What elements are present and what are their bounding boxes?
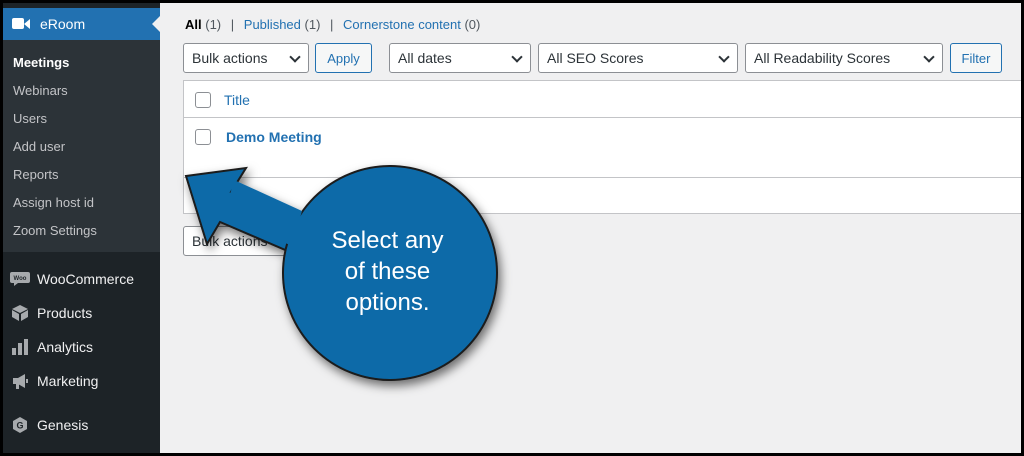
- svg-text:Woo: Woo: [14, 276, 27, 282]
- submenu-reports[interactable]: Reports: [0, 160, 160, 188]
- readability-scores-value: All Readability Scores: [754, 50, 891, 66]
- seo-scores-select[interactable]: All SEO Scores: [538, 43, 738, 73]
- sidebar-item-eroom[interactable]: eRoom: [0, 8, 160, 40]
- bulk-actions-select[interactable]: Bulk actions: [183, 43, 309, 73]
- sidebar-item-woocommerce[interactable]: Woo WooCommerce: [0, 262, 160, 296]
- submenu-add-user[interactable]: Add user: [0, 132, 160, 160]
- readability-scores-select[interactable]: All Readability Scores: [745, 43, 943, 73]
- video-camera-icon: [12, 17, 32, 31]
- sidebar-item-label: Genesis: [37, 417, 89, 433]
- callout-line-2: of these: [344, 258, 431, 285]
- bulk-actions-value: Bulk actions: [192, 50, 268, 66]
- admin-sidebar: eRoom Meetings Webinars Users Add user R…: [0, 0, 160, 456]
- sidebar-item-marketing[interactable]: Marketing: [0, 364, 160, 398]
- submenu-users[interactable]: Users: [0, 104, 160, 132]
- filter-button[interactable]: Filter: [950, 43, 1002, 73]
- filter-all-count: (1): [205, 17, 222, 32]
- submenu-meetings[interactable]: Meetings: [0, 48, 160, 76]
- box-icon: [10, 303, 30, 323]
- dates-value: All dates: [398, 50, 452, 66]
- table-header: Title: [184, 81, 1024, 118]
- row-checkbox[interactable]: [195, 129, 211, 145]
- submenu-webinars[interactable]: Webinars: [0, 76, 160, 104]
- table-row: Demo Meeting: [184, 118, 1024, 178]
- main-menu: Woo WooCommerce Products Analytics Marke…: [0, 262, 160, 442]
- submenu-zoom-settings[interactable]: Zoom Settings: [0, 216, 160, 244]
- sidebar-item-label: WooCommerce: [37, 271, 134, 287]
- filter-cornerstone-link[interactable]: Cornerstone content: [343, 17, 461, 32]
- sidebar-item-label: eRoom: [40, 16, 86, 32]
- dates-select[interactable]: All dates: [389, 43, 531, 73]
- sidebar-item-label: Analytics: [37, 339, 94, 355]
- bulk-actions-value: Bulk actions: [192, 233, 268, 249]
- sidebar-item-analytics[interactable]: Analytics: [0, 330, 160, 364]
- filter-cornerstone-count: (0): [464, 17, 481, 32]
- callout-line-1: Select any: [331, 227, 444, 254]
- megaphone-icon: [10, 371, 30, 391]
- main-content: All (1) | Published (1) | Cornerstone co…: [160, 0, 1024, 456]
- chevron-down-icon: [289, 51, 301, 63]
- genesis-icon: G: [10, 415, 30, 435]
- status-filter-links: All (1) | Published (1) | Cornerstone co…: [185, 17, 480, 32]
- separator: |: [330, 17, 334, 32]
- sidebar-item-label: Marketing: [37, 373, 99, 389]
- separator: |: [230, 17, 235, 32]
- submenu-assign-host-id[interactable]: Assign host id: [0, 188, 160, 216]
- eroom-submenu: Meetings Webinars Users Add user Reports…: [0, 40, 160, 252]
- chevron-down-icon: [718, 51, 730, 63]
- callout-line-3: options.: [345, 289, 430, 316]
- select-all-checkbox[interactable]: [195, 92, 211, 108]
- callout-text: Select any of these options.: [300, 225, 475, 318]
- filter-all-link[interactable]: All: [185, 17, 202, 32]
- bar-chart-icon: [10, 337, 30, 357]
- apply-button[interactable]: Apply: [315, 43, 372, 73]
- chevron-down-icon: [923, 51, 935, 63]
- filter-published-link[interactable]: Published: [244, 17, 301, 32]
- row-title-link[interactable]: Demo Meeting: [226, 129, 322, 145]
- posts-table: Title Demo Meeting: [183, 80, 1024, 214]
- sidebar-item-label: Products: [37, 305, 93, 321]
- bottom-bulk-actions-select[interactable]: Bulk actions: [183, 226, 309, 256]
- seo-scores-value: All SEO Scores: [547, 50, 644, 66]
- sidebar-item-genesis[interactable]: G Genesis: [0, 408, 160, 442]
- svg-text:G: G: [16, 421, 23, 431]
- woocommerce-icon: Woo: [10, 269, 30, 289]
- filter-published-count: (1): [304, 17, 321, 32]
- chevron-down-icon: [289, 234, 301, 246]
- column-header-title[interactable]: Title: [224, 92, 250, 108]
- sidebar-item-products[interactable]: Products: [0, 296, 160, 330]
- chevron-down-icon: [511, 51, 523, 63]
